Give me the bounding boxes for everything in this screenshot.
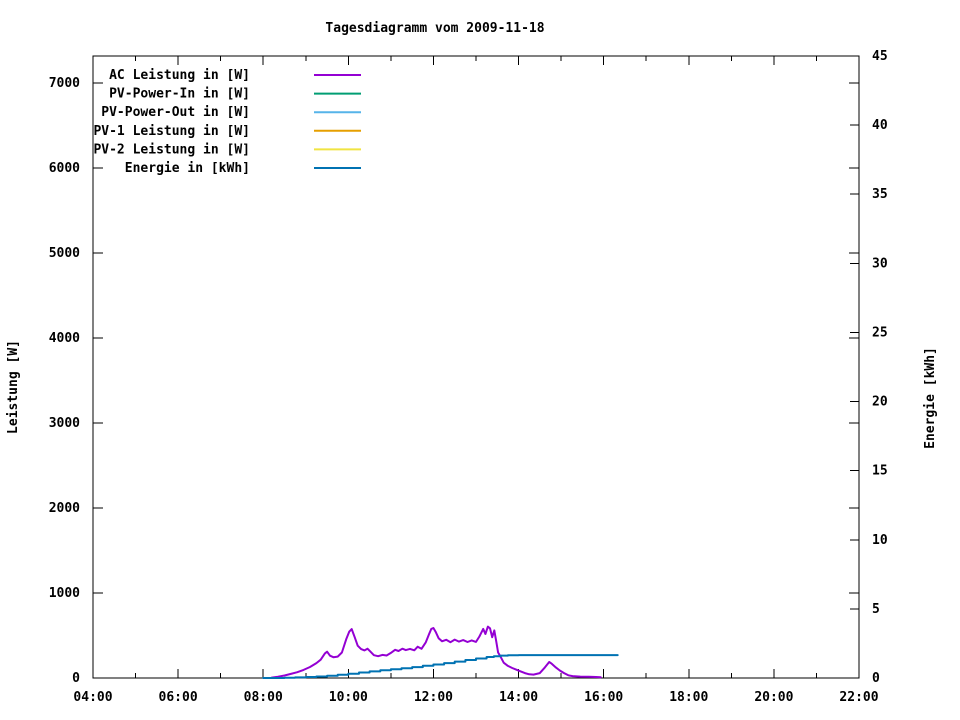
y-right-axis-title: Energie [kWh] (923, 347, 938, 449)
x-tick-label: 18:00 (669, 690, 708, 705)
x-tick-label: 14:00 (499, 690, 538, 705)
x-tick-label: 10:00 (329, 690, 368, 705)
y-left-tick-label: 3000 (49, 416, 80, 431)
series-ac-leistung-in-w (270, 625, 602, 679)
y-left-tick-label: 2000 (49, 501, 80, 516)
x-tick-label: 16:00 (584, 690, 623, 705)
y-right-tick-label: 30 (872, 256, 888, 271)
legend-label: PV-2 Leistung in [W] (93, 142, 250, 157)
legend-label: PV-Power-Out in [W] (101, 105, 250, 120)
legend-label: Energie in [kWh] (125, 161, 250, 176)
y-right-tick-label: 35 (872, 187, 888, 202)
x-tick-label: 08:00 (244, 690, 283, 705)
x-tick-label: 22:00 (839, 690, 878, 705)
y-right-tick-label: 10 (872, 533, 888, 548)
legend-label: PV-1 Leistung in [W] (93, 124, 250, 139)
x-tick-label: 04:00 (73, 690, 112, 705)
legend-label: PV-Power-In in [W] (109, 87, 250, 102)
series-energie-in-kwh (262, 654, 619, 679)
y-right-tick-label: 5 (872, 602, 880, 617)
y-right-tick-label: 0 (872, 671, 880, 686)
y-right-tick-label: 20 (872, 395, 888, 410)
y-right-tick-label: 45 (872, 49, 888, 64)
chart-title: Tagesdiagramm vom 2009-11-18 (325, 21, 544, 36)
y-left-axis-title: Leistung [W] (6, 340, 21, 434)
tagesdiagramm-chart: Tagesdiagramm vom 2009-11-18 Leistung [W… (0, 0, 960, 720)
y-left-tick-label: 0 (72, 671, 80, 686)
y-right-tick-label: 25 (872, 325, 888, 340)
y-left-tick-label: 1000 (49, 586, 80, 601)
x-tick-label: 12:00 (414, 690, 453, 705)
y-left-tick-label: 4000 (49, 331, 80, 346)
y-left-tick-label: 7000 (49, 76, 80, 91)
y-right-tick-label: 15 (872, 464, 888, 479)
y-left-tick-label: 6000 (49, 161, 80, 176)
x-tick-label: 06:00 (159, 690, 198, 705)
y-right-tick-label: 40 (872, 118, 888, 133)
x-tick-label: 20:00 (754, 690, 793, 705)
plot-canvas: Tagesdiagramm vom 2009-11-18 Leistung [W… (6, 21, 938, 705)
y-left-tick-label: 5000 (49, 246, 80, 261)
legend-label: AC Leistung in [W] (109, 68, 250, 83)
